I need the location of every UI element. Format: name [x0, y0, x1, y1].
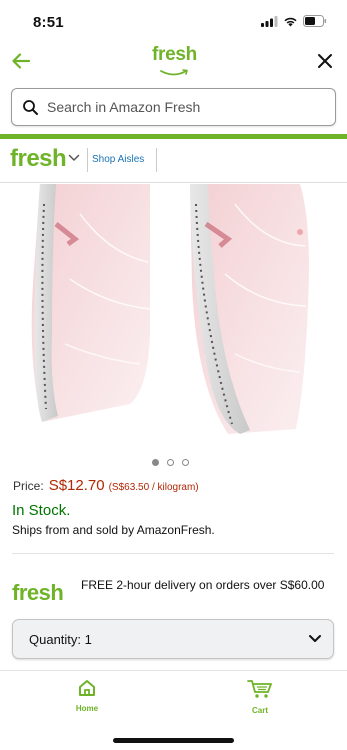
smile-icon [160, 69, 188, 76]
divider [87, 148, 88, 172]
shop-aisles-link[interactable]: Shop Aisles [92, 154, 144, 165]
divider [156, 148, 157, 172]
close-icon [318, 54, 332, 68]
nav-home-label: Home [75, 704, 99, 713]
status-icons [261, 15, 327, 27]
search-box[interactable] [11, 88, 336, 126]
chevron-down-icon[interactable] [68, 154, 80, 162]
price-label: Price: [13, 479, 44, 493]
price-row: Price: S$12.70 (S$63.50 / kilogram) [13, 477, 199, 494]
back-button[interactable] [10, 50, 32, 72]
carousel-dot[interactable] [167, 459, 174, 466]
status-time: 8:51 [33, 14, 64, 31]
divider [12, 553, 334, 554]
cart-icon [247, 680, 272, 698]
battery-icon [303, 15, 327, 27]
status-bar: 8:51 [0, 0, 347, 44]
quantity-label: Quantity: 1 [29, 632, 92, 647]
fresh-delivery-logo: fresh [12, 580, 64, 605]
wifi-icon [284, 17, 297, 26]
close-button[interactable] [315, 51, 335, 71]
search-input[interactable] [47, 89, 327, 125]
search-icon [23, 100, 38, 115]
nav-cart[interactable]: Cart [230, 679, 290, 715]
nav-home[interactable]: Home [57, 679, 117, 713]
home-icon [79, 680, 95, 696]
signal-icon [261, 15, 278, 27]
carousel-dot[interactable] [182, 459, 189, 466]
ships-from-text: Ships from and sold by AmazonFresh. [12, 523, 215, 537]
nav-bar: fresh [0, 44, 347, 82]
fresh-logo: fresh [152, 44, 197, 76]
product-image[interactable] [0, 184, 347, 446]
unit-price: (S$63.50 / kilogram) [108, 482, 199, 493]
price-value: S$12.70 [48, 477, 105, 494]
stock-status: In Stock. [12, 502, 71, 519]
carousel-dot[interactable] [152, 459, 159, 466]
store-switcher[interactable]: fresh [10, 145, 67, 173]
quantity-dropdown[interactable]: Quantity: 1 [12, 619, 334, 659]
chevron-down-icon [309, 635, 321, 642]
carousel-dots[interactable] [152, 459, 189, 466]
nav-cart-label: Cart [251, 706, 268, 715]
arrow-left-icon [12, 53, 31, 69]
fish-fillet-image [31, 184, 309, 434]
fresh-logo-text: fresh [152, 44, 197, 65]
home-indicator [113, 738, 234, 743]
store-bar: fresh Shop Aisles [0, 139, 347, 183]
delivery-info: FREE 2-hour delivery on orders over S$60… [81, 578, 325, 592]
